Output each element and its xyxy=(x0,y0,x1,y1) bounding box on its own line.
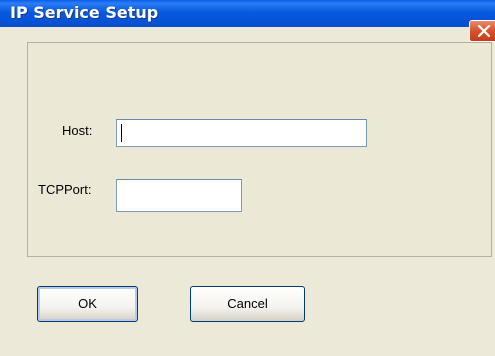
cancel-button[interactable]: Cancel xyxy=(190,286,305,322)
close-icon xyxy=(477,24,491,38)
host-input[interactable] xyxy=(116,119,367,147)
close-button[interactable] xyxy=(469,20,495,42)
window-title: IP Service Setup xyxy=(10,3,159,22)
ok-button[interactable]: OK xyxy=(37,286,138,322)
tcpport-label: TCPPort: xyxy=(38,182,92,197)
text-caret xyxy=(121,124,122,142)
title-bar[interactable]: IP Service Setup xyxy=(0,0,495,27)
host-label: Host: xyxy=(62,123,93,138)
dialog-window: IP Service Setup Host: TCPPort: OK Cance… xyxy=(0,0,495,356)
settings-group xyxy=(27,42,492,257)
tcpport-input[interactable] xyxy=(116,179,242,212)
